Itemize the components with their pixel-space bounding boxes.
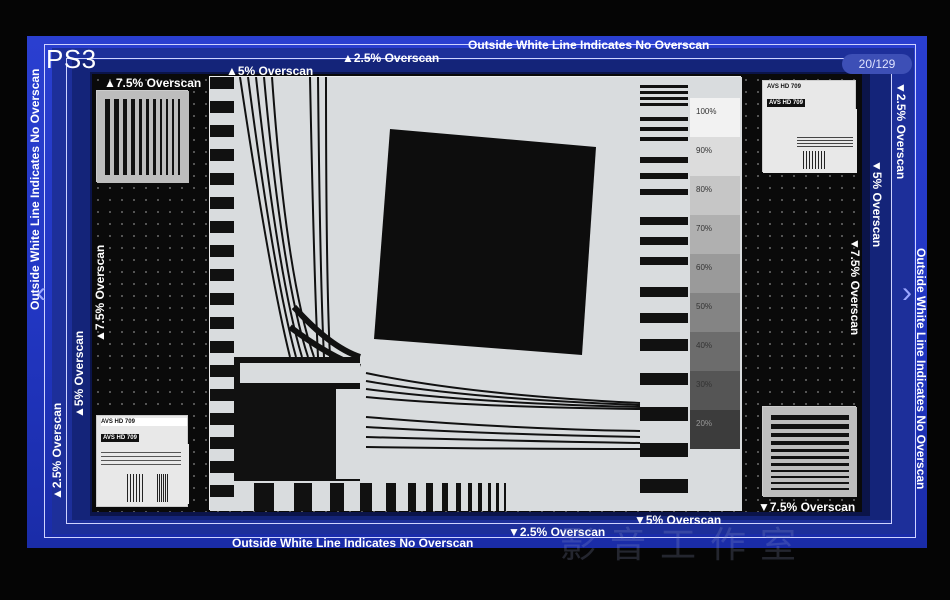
gray-step-80: 80%: [690, 176, 740, 215]
label-right-5: ▼5% Overscan: [870, 160, 884, 248]
resolution-wedge: [763, 109, 857, 173]
bar-test-tile-bottom-right: [762, 406, 857, 497]
label-outer-right: Outside White Line Indicates No Overscan: [914, 248, 928, 490]
gray-step-70: 70%: [690, 215, 740, 254]
avs-logo-text-inverse: AVS HD 709: [101, 434, 139, 442]
avs-tile-top-right: AVS HD 709 AVS HD 709: [762, 80, 857, 173]
bar-test-tile-top-left: [96, 90, 189, 183]
label-right-7-5: ▼7.5% Overscan: [848, 238, 862, 336]
label-outer-bottom: Outside White Line Indicates No Overscan: [232, 536, 474, 550]
label-left-2-5: ▲2.5% Overscan: [50, 402, 64, 500]
avs-logo-text-inverse: AVS HD 709: [767, 99, 805, 107]
horizontal-bars-pattern: [763, 407, 857, 497]
label-outer-left: Outside White Line Indicates No Overscan: [28, 68, 42, 310]
label-left-5: ▲5% Overscan: [72, 330, 86, 418]
rotated-black-square: [374, 129, 596, 355]
gray-step-50: 50%: [690, 293, 740, 332]
page-counter-badge: 20/129: [842, 54, 912, 74]
gray-step-100: 100%: [690, 98, 740, 137]
label-outer-top: Outside White Line Indicates No Overscan: [468, 38, 710, 52]
chevron-right-icon[interactable]: ›: [902, 278, 912, 308]
gray-step-90: 90%: [690, 137, 740, 176]
gray-step-40: 40%: [690, 332, 740, 371]
label-left-7-5: ▲7.5% Overscan: [93, 244, 107, 342]
avs-logo-text: AVS HD 709: [767, 84, 801, 90]
watermark-text: 影音工作室: [560, 525, 811, 566]
sharpness-pattern: [210, 76, 742, 511]
gray-step-20: 20%: [690, 410, 740, 449]
label-bottom-7-5: ▼7.5% Overscan: [758, 500, 856, 514]
avs-logo-text: AVS HD 709: [101, 418, 187, 426]
label-right-2-5: ▼2.5% Overscan: [894, 82, 908, 180]
grayscale-ramp: 100% 90% 80% 70% 60% 50% 40% 30% 20%: [690, 98, 740, 470]
avs-tile-bottom-left: AVS HD 709 AVS HD 709: [96, 415, 189, 507]
app-title: PS3: [46, 44, 97, 74]
gray-step-30: 30%: [690, 371, 740, 410]
center-test-pattern: [209, 76, 742, 511]
label-top-7-5: ▲7.5% Overscan: [104, 76, 202, 90]
vertical-bars-pattern: [97, 91, 189, 183]
gray-step-60: 60%: [690, 254, 740, 293]
resolution-wedge: [97, 444, 189, 504]
label-top-2-5: ▲2.5% Overscan: [342, 51, 440, 65]
